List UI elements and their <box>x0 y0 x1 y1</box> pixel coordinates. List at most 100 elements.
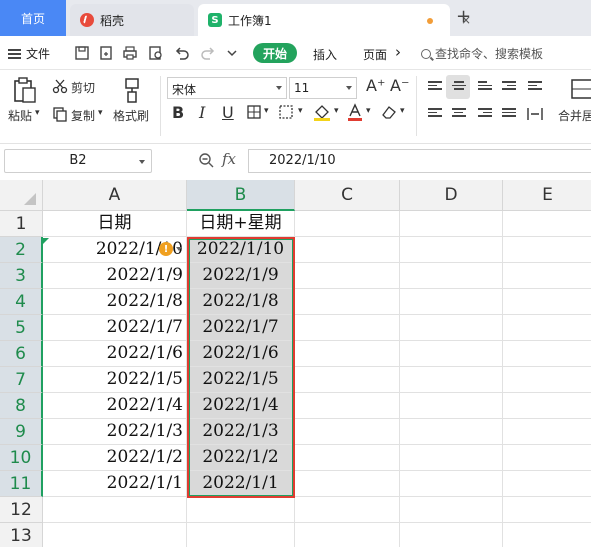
align-center-icon[interactable] <box>452 108 466 120</box>
cell-a7[interactable]: 2022/1/5 <box>43 367 187 393</box>
cell-a13[interactable] <box>43 523 187 547</box>
warning-dropdown-icon[interactable] <box>176 247 182 251</box>
cell-a6[interactable]: 2022/1/6 <box>43 341 187 367</box>
cell-c13[interactable] <box>295 523 400 547</box>
cell-e1[interactable] <box>503 211 591 237</box>
cell-e4[interactable] <box>503 289 591 315</box>
cell-b4[interactable]: 2022/1/8 <box>187 289 295 315</box>
cell-e8[interactable] <box>503 393 591 419</box>
cell-a10[interactable]: 2022/1/2 <box>43 445 187 471</box>
align-top-icon[interactable] <box>428 81 442 93</box>
row-header-2[interactable]: 2 <box>0 237 43 263</box>
cell-a5[interactable]: 2022/1/7 <box>43 315 187 341</box>
tab-page[interactable]: 页面 <box>363 46 387 63</box>
justify-icon[interactable] <box>502 108 516 120</box>
cell-d9[interactable] <box>400 419 503 445</box>
column-header-c[interactable]: C <box>295 180 400 211</box>
format-painter-label[interactable]: 格式刷 <box>113 107 149 124</box>
row-header-8[interactable]: 8 <box>0 393 43 419</box>
paste-icon[interactable] <box>12 76 38 104</box>
row-header-3[interactable]: 3 <box>0 263 43 289</box>
cell-e12[interactable] <box>503 497 591 523</box>
row-header-10[interactable]: 10 <box>0 445 43 471</box>
cell-a1[interactable]: 日期 <box>43 211 187 237</box>
fill-pattern-dropdown-icon[interactable]: ▾ <box>298 106 303 116</box>
cell-c12[interactable] <box>295 497 400 523</box>
merge-cells-icon[interactable] <box>570 76 591 102</box>
cell-c1[interactable] <box>295 211 400 237</box>
cell-d2[interactable] <box>400 237 503 263</box>
print-icon[interactable] <box>122 45 138 61</box>
fill-color-dropdown-icon[interactable]: ▾ <box>334 106 339 116</box>
menu-more-icon[interactable]: › <box>395 43 401 61</box>
font-size-select[interactable]: 11 <box>289 77 357 99</box>
undo-icon[interactable] <box>174 45 190 61</box>
row-header-6[interactable]: 6 <box>0 341 43 367</box>
cell-d13[interactable] <box>400 523 503 547</box>
eraser-dropdown-icon[interactable]: ▾ <box>400 106 405 116</box>
border-dropdown-icon[interactable]: ▾ <box>264 106 269 116</box>
cell-c5[interactable] <box>295 315 400 341</box>
cell-a9[interactable]: 2022/1/3 <box>43 419 187 445</box>
bold-button[interactable]: B <box>172 103 184 122</box>
column-header-e[interactable]: E <box>503 180 591 211</box>
cell-b2[interactable]: 2022/1/10 <box>187 237 295 263</box>
row-header-9[interactable]: 9 <box>0 419 43 445</box>
scissors-icon[interactable] <box>52 78 68 94</box>
new-tab-icon[interactable]: + <box>456 6 471 27</box>
align-middle-icon[interactable] <box>452 81 466 93</box>
format-painter-icon[interactable] <box>120 76 144 104</box>
cell-c7[interactable] <box>295 367 400 393</box>
row-header-4[interactable]: 4 <box>0 289 43 315</box>
font-name-select[interactable]: 宋体 <box>167 77 287 99</box>
cell-a4[interactable]: 2022/1/8 <box>43 289 187 315</box>
tab-insert[interactable]: 插入 <box>313 46 337 63</box>
cell-d10[interactable] <box>400 445 503 471</box>
cell-b10[interactable]: 2022/1/2 <box>187 445 295 471</box>
row-header-13[interactable]: 13 <box>0 523 43 547</box>
save-icon[interactable] <box>74 45 90 61</box>
cell-e7[interactable] <box>503 367 591 393</box>
cell-e11[interactable] <box>503 471 591 497</box>
quick-access-dropdown-icon[interactable] <box>224 45 240 61</box>
zoom-icon[interactable] <box>198 152 214 168</box>
row-header-12[interactable]: 12 <box>0 497 43 523</box>
italic-button[interactable]: I <box>199 103 205 122</box>
cell-b9[interactable]: 2022/1/3 <box>187 419 295 445</box>
grow-font-icon[interactable]: A⁺ <box>366 76 385 95</box>
tab-docer[interactable]: 稻壳 <box>70 4 194 36</box>
copy-dropdown-icon[interactable]: ▾ <box>98 108 103 118</box>
cell-c6[interactable] <box>295 341 400 367</box>
cell-b12[interactable] <box>187 497 295 523</box>
fill-color-icon[interactable] <box>312 102 332 122</box>
cell-c8[interactable] <box>295 393 400 419</box>
warning-icon[interactable]: ! <box>159 242 173 256</box>
cell-c10[interactable] <box>295 445 400 471</box>
cell-d4[interactable] <box>400 289 503 315</box>
tab-home[interactable]: 首页 <box>0 0 66 36</box>
name-box[interactable]: B2 <box>4 149 152 173</box>
print-preview-icon[interactable] <box>148 45 164 61</box>
cell-b5[interactable]: 2022/1/7 <box>187 315 295 341</box>
cell-a12[interactable] <box>43 497 187 523</box>
underline-button[interactable]: U <box>222 103 234 122</box>
cell-d8[interactable] <box>400 393 503 419</box>
cell-e9[interactable] <box>503 419 591 445</box>
cell-c3[interactable] <box>295 263 400 289</box>
column-header-d[interactable]: D <box>400 180 503 211</box>
indent-increase-icon[interactable] <box>528 81 542 93</box>
cell-e6[interactable] <box>503 341 591 367</box>
cell-b1[interactable]: 日期+星期 <box>187 211 295 237</box>
cell-a3[interactable]: 2022/1/9 <box>43 263 187 289</box>
cell-d5[interactable] <box>400 315 503 341</box>
formula-input[interactable]: 2022/1/10 <box>248 149 591 173</box>
cell-d7[interactable] <box>400 367 503 393</box>
shrink-font-icon[interactable]: A⁻ <box>390 76 409 95</box>
merge-cells-label[interactable]: 合并居 <box>558 107 591 124</box>
distribute-icon[interactable] <box>526 106 544 122</box>
border-icon[interactable] <box>246 104 262 120</box>
copy-label[interactable]: 复制 <box>71 107 95 124</box>
paste-label[interactable]: 粘贴 <box>8 107 32 124</box>
row-header-5[interactable]: 5 <box>0 315 43 341</box>
column-header-a[interactable]: A <box>43 180 187 211</box>
